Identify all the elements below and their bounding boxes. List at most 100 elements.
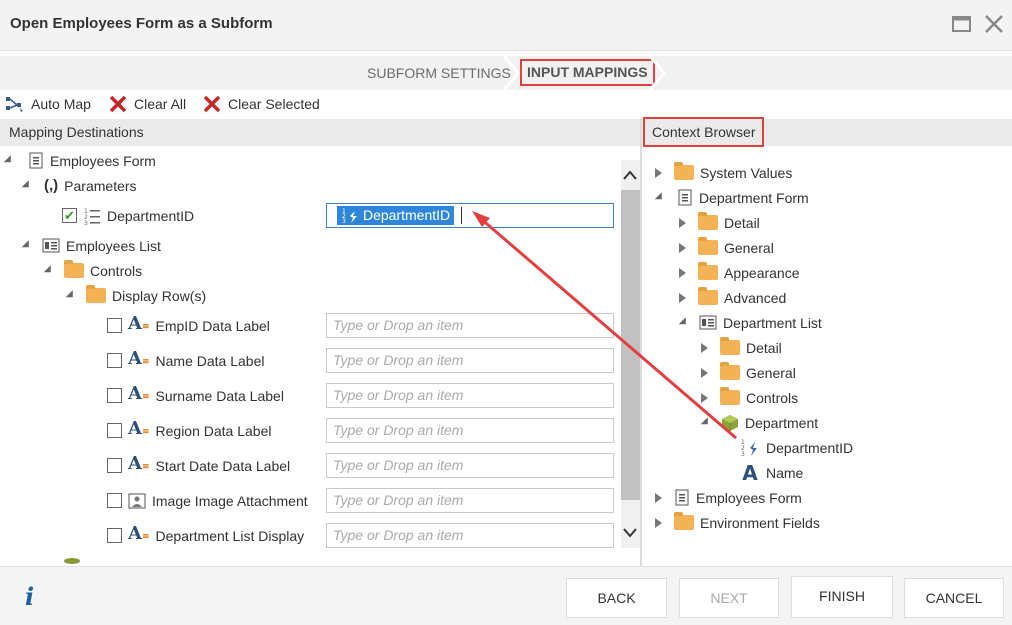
chevron-down-icon[interactable]	[622, 526, 638, 540]
tree-node-employees-list[interactable]: Employees List	[21, 233, 161, 258]
expand-arrow-icon[interactable]	[43, 265, 55, 276]
tree-label: Employees List	[66, 237, 161, 254]
context-browser-header: Context Browser	[643, 117, 765, 147]
step-subform-settings[interactable]: SUBFORM SETTINGS	[367, 56, 511, 90]
close-icon[interactable]	[982, 12, 1006, 36]
back-button[interactable]: BACK	[566, 578, 667, 618]
folder-icon	[674, 162, 694, 180]
expand-arrow-icon[interactable]	[3, 155, 15, 166]
checkbox[interactable]	[107, 388, 122, 403]
checkbox[interactable]	[107, 528, 122, 543]
tree-node-parameters[interactable]: (,) Parameters	[21, 173, 137, 198]
tree-label: General	[746, 364, 796, 381]
field-row[interactable]: A≡ Surname Data Label	[107, 383, 284, 408]
text-label-icon: A≡	[128, 348, 150, 369]
info-icon[interactable]: i	[25, 582, 34, 611]
form-icon	[675, 489, 689, 505]
field-row[interactable]: A≡ Name Data Label	[107, 348, 264, 373]
clear-selected-button[interactable]: Clear Selected	[202, 94, 320, 114]
parameters-icon: (,)	[44, 177, 59, 194]
mapped-item-chip[interactable]: 123 DepartmentID	[337, 206, 455, 225]
field-row[interactable]: A≡ EmpID Data Label	[107, 313, 270, 338]
list-display-icon: A≡	[128, 523, 150, 544]
folder-icon	[674, 512, 694, 530]
mapping-destinations-header: Mapping Destinations	[0, 119, 640, 146]
svg-text:3: 3	[84, 220, 88, 225]
tree-label: Parameters	[64, 177, 137, 194]
checkbox[interactable]	[107, 458, 122, 473]
tree-node-employees-form[interactable]: Employees Form	[3, 148, 156, 173]
mapped-item-label: DepartmentID	[363, 207, 451, 223]
checkbox[interactable]	[107, 318, 122, 333]
checkbox[interactable]	[107, 493, 122, 508]
mapping-input[interactable]: Type or Drop an item	[326, 488, 614, 513]
field-row[interactable]: A≡ Region Data Label	[107, 418, 272, 443]
field-label: Image Image Attachment	[152, 492, 308, 509]
expand-arrow-icon[interactable]	[21, 240, 33, 251]
tree-node-controls[interactable]: Controls	[43, 258, 143, 283]
list-view-icon	[42, 238, 60, 252]
tree-label: Employees Form	[50, 152, 156, 169]
tree-label: Employees Form	[696, 489, 802, 506]
svg-text:3: 3	[741, 451, 745, 458]
field-row[interactable]: A≡ Department List Display	[107, 523, 304, 548]
checkbox[interactable]	[107, 423, 122, 438]
tree-label: System Values	[700, 164, 793, 181]
clear-all-button[interactable]: Clear All	[108, 94, 186, 114]
clear-x-icon	[203, 95, 221, 113]
tree-label: Controls	[90, 262, 143, 279]
maximize-icon[interactable]	[950, 12, 974, 36]
context-node-department-id[interactable]: 123 DepartmentID	[740, 435, 853, 460]
folder-icon	[64, 260, 84, 278]
auto-map-icon	[6, 97, 23, 112]
context-node-environment-fields[interactable]: Environment Fields	[655, 510, 820, 535]
field-row[interactable]: A≡ Start Date Data Label	[107, 453, 290, 478]
field-label: Surname Data Label	[155, 387, 284, 404]
field-label: Region Data Label	[155, 422, 272, 439]
clear-all-label: Clear All	[134, 96, 187, 112]
text-label-icon: A≡	[128, 383, 150, 404]
field-label: Start Date Data Label	[155, 457, 291, 474]
checkbox-checked[interactable]: ✔	[62, 208, 77, 223]
mapping-input[interactable]: Type or Drop an item	[326, 523, 614, 548]
context-node-system-values[interactable]: System Values	[655, 160, 792, 185]
collapse-arrow-icon[interactable]	[655, 492, 662, 503]
step-separator-icon	[502, 56, 520, 90]
expand-arrow-icon[interactable]	[21, 180, 33, 191]
clear-x-icon	[109, 95, 127, 113]
text-property-icon: A	[742, 460, 758, 485]
field-row[interactable]: Image Image Attachment	[107, 488, 308, 513]
chevron-up-icon[interactable]	[622, 168, 638, 182]
tree-node-department-id[interactable]: ✔ 123 DepartmentID	[62, 203, 194, 228]
folder-icon	[86, 285, 106, 303]
cancel-button[interactable]: CANCEL	[904, 578, 1004, 618]
collapse-arrow-icon[interactable]	[655, 167, 662, 178]
text-label-icon: A≡	[128, 418, 150, 439]
step-input-mappings[interactable]: INPUT MAPPINGS	[520, 59, 655, 86]
context-node-name[interactable]: A Name	[740, 460, 803, 485]
tree-label: Display Row(s)	[112, 287, 207, 304]
field-label: Department List Display	[155, 527, 305, 544]
numeric-field-icon: 123	[84, 208, 100, 225]
tree-node-display-rows[interactable]: Display Row(s)	[65, 283, 207, 308]
partially-hidden-row	[42, 558, 542, 566]
next-button[interactable]: NEXT	[679, 578, 779, 618]
numeric-field-icon: 123	[342, 208, 357, 224]
auto-map-label: Auto Map	[31, 96, 91, 112]
field-label: Name Data Label	[155, 352, 265, 369]
step-separator-icon	[648, 56, 666, 90]
clear-selected-label: Clear Selected	[228, 96, 320, 112]
form-icon	[29, 152, 43, 168]
dialog-title: Open Employees Form as a Subform	[10, 15, 273, 32]
collapse-arrow-icon[interactable]	[655, 517, 662, 528]
mapping-input[interactable]: Type or Drop an item	[326, 453, 614, 478]
tree-label: Detail	[746, 339, 782, 356]
checkbox[interactable]	[107, 353, 122, 368]
expand-arrow-icon[interactable]	[65, 290, 77, 301]
auto-map-button[interactable]: Auto Map	[5, 94, 91, 114]
context-node-employees-form[interactable]: Employees Form	[655, 485, 802, 510]
tree-label: DepartmentID	[766, 439, 854, 456]
finish-button[interactable]: FINISH	[791, 576, 893, 618]
text-label-icon: A≡	[128, 313, 150, 334]
tree-label: Controls	[746, 389, 799, 406]
